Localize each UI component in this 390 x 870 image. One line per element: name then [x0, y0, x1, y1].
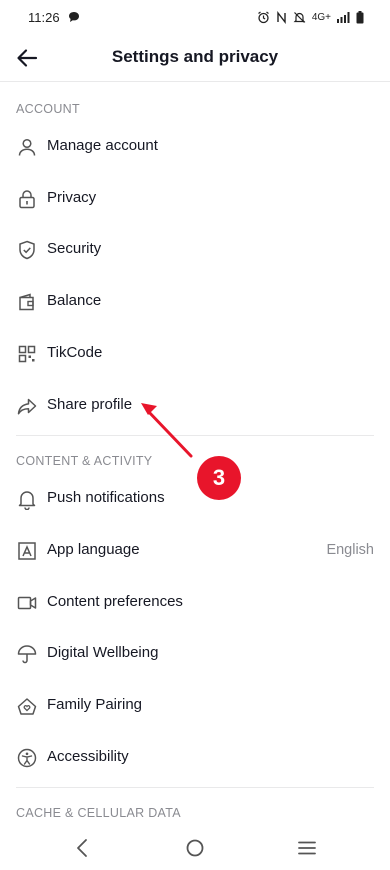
circle-home-icon	[186, 839, 204, 857]
menu-item-label: Content preferences	[47, 593, 183, 610]
language-value: English	[326, 542, 374, 558]
menu-item-label: App language	[47, 541, 140, 558]
section-label-cache: CACHE & CELLULAR DATA	[16, 806, 181, 820]
menu-item-push-notifications[interactable]: Push notifications	[0, 473, 390, 525]
menu-item-content-preferences[interactable]: Content preferences	[0, 577, 390, 629]
menu-item-label: TikCode	[47, 344, 103, 361]
menu-item-app-language[interactable]: App language English	[0, 525, 390, 577]
accessibility-icon	[16, 747, 38, 769]
qr-code-icon	[16, 343, 38, 365]
section-divider	[16, 787, 374, 788]
menu-item-tikcode[interactable]: TikCode	[0, 328, 390, 380]
section-label-account: ACCOUNT	[16, 102, 80, 116]
status-bar: 11:26 4G+	[0, 0, 390, 34]
menu-item-balance[interactable]: Balance	[0, 276, 390, 328]
menu-item-label: Accessibility	[47, 748, 129, 765]
menu-item-security[interactable]: Security	[0, 224, 390, 276]
menu-lines-icon	[298, 841, 316, 855]
menu-item-label: Family Pairing	[47, 696, 143, 713]
system-nav-bar	[0, 826, 390, 870]
page-title: Settings and privacy	[111, 47, 279, 66]
alarm-icon	[257, 11, 270, 24]
bell-off-icon	[293, 11, 306, 24]
wallet-icon	[16, 291, 38, 313]
menu-item-label: Privacy	[47, 189, 97, 206]
menu-item-label: Digital Wellbeing	[47, 644, 159, 661]
section-label-content: CONTENT & ACTIVITY	[16, 454, 153, 468]
system-recents-button[interactable]	[295, 836, 319, 860]
share-icon	[16, 395, 38, 417]
menu-item-accessibility[interactable]: Accessibility	[0, 732, 390, 784]
umbrella-icon	[16, 643, 38, 665]
chevron-left-icon	[77, 839, 87, 857]
message-icon	[68, 11, 80, 23]
menu-item-label: Balance	[47, 292, 102, 309]
menu-item-label: Push notifications	[47, 489, 165, 506]
menu-item-label: Share profile	[47, 396, 133, 413]
lock-icon	[16, 188, 38, 210]
person-icon	[16, 136, 38, 158]
status-time: 11:26	[28, 9, 60, 25]
menu-item-privacy[interactable]: Privacy	[0, 173, 390, 225]
header: Settings and privacy	[0, 34, 390, 82]
menu-item-family-pairing[interactable]: Family Pairing	[0, 680, 390, 732]
house-heart-icon	[16, 695, 38, 717]
system-back-button[interactable]	[71, 836, 95, 860]
network-type: 4G+	[311, 11, 331, 23]
signal-icon	[337, 11, 350, 23]
battery-icon	[356, 10, 364, 24]
video-icon	[16, 592, 38, 614]
menu-item-label: Security	[47, 240, 102, 257]
shield-icon	[16, 239, 38, 261]
bell-icon	[16, 488, 38, 510]
menu-item-digital-wellbeing[interactable]: Digital Wellbeing	[0, 628, 390, 680]
menu-item-manage-account[interactable]: Manage account	[0, 121, 390, 173]
nfc-icon	[276, 10, 287, 24]
system-home-button[interactable]	[183, 836, 207, 860]
language-icon	[16, 540, 38, 562]
menu-item-label: Manage account	[47, 137, 158, 154]
